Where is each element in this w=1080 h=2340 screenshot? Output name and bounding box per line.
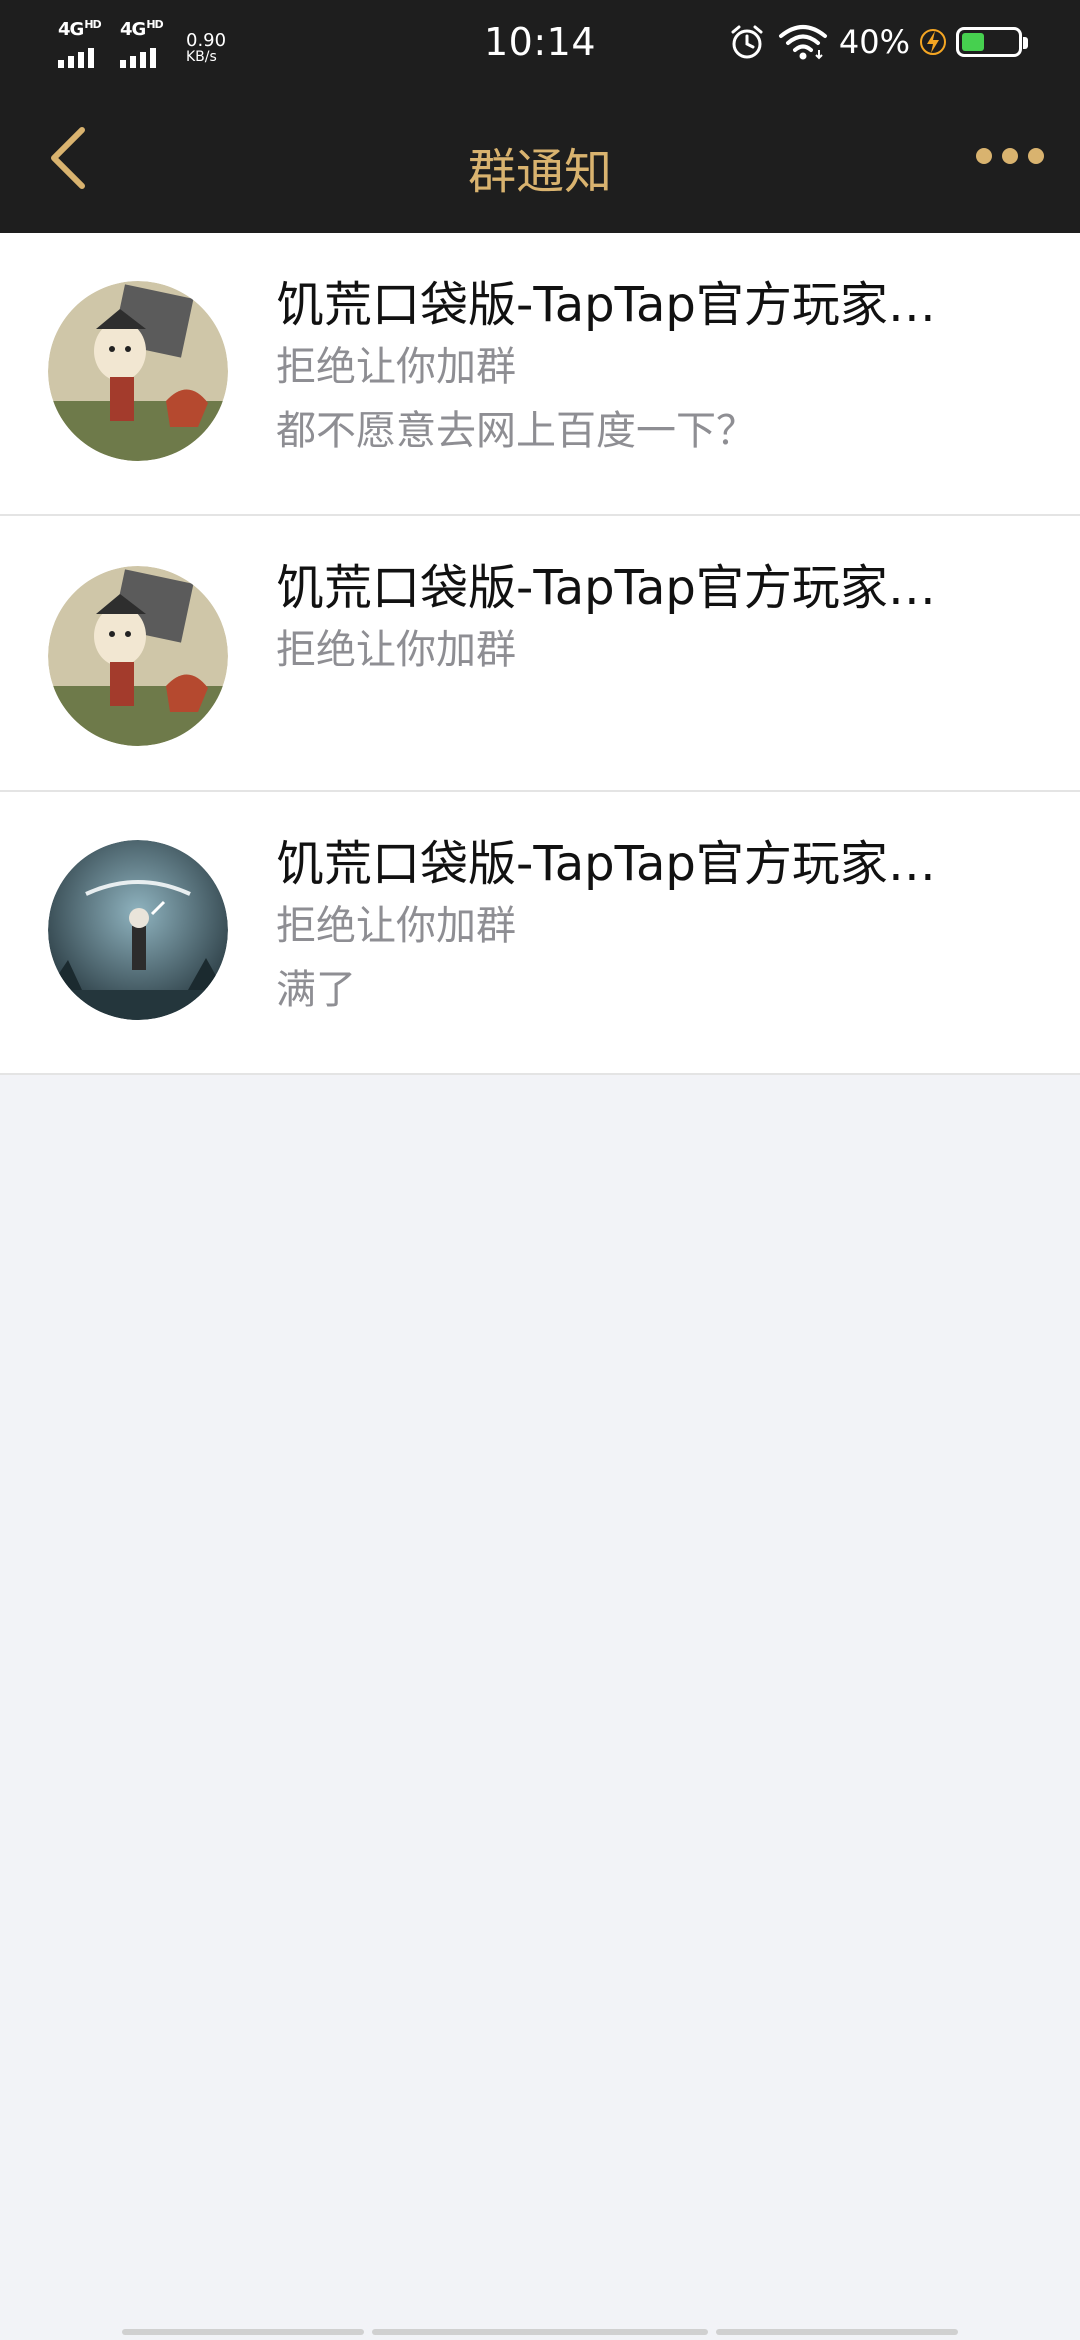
notification-reason: 都不愿意去网上百度一下？ bbox=[276, 408, 756, 454]
alarm-icon bbox=[731, 25, 763, 59]
bottom-system-bar bbox=[372, 2329, 708, 2335]
top-header: 4GHD 4GHD 0.90 KB/s 10:14 40% 群通知 bbox=[0, 0, 1080, 233]
status-bar: 4GHD 4GHD 0.90 KB/s 10:14 40% bbox=[0, 0, 1080, 88]
notification-text: 饥荒口袋版-TapTap官方玩家… 拒绝让你加群 都不愿意去网上百度一下？ bbox=[276, 275, 982, 463]
dont-starve-logo-avatar bbox=[48, 840, 228, 1020]
notification-status: 拒绝让你加群 bbox=[276, 627, 516, 673]
avatar bbox=[48, 840, 228, 1020]
battery-icon bbox=[956, 27, 1028, 57]
group-name: 饥荒口袋版-TapTap官方玩家… bbox=[276, 277, 936, 333]
notification-status: 拒绝让你加群 bbox=[276, 344, 516, 390]
charging-bolt-icon bbox=[920, 29, 946, 55]
avatar bbox=[48, 566, 228, 746]
group-name: 饥荒口袋版-TapTap官方玩家… bbox=[276, 560, 936, 616]
battery-fill bbox=[962, 33, 984, 51]
status-right: 40% bbox=[727, 22, 1028, 62]
list-item[interactable]: 饥荒口袋版-TapTap官方玩家… 拒绝让你加群 满了 bbox=[0, 792, 1080, 1075]
wilson-character-avatar bbox=[48, 281, 228, 461]
wilson-character-avatar bbox=[48, 566, 228, 746]
list-item[interactable]: 饥荒口袋版-TapTap官方玩家… 拒绝让你加群 bbox=[0, 516, 1080, 792]
navigation-bar: 群通知 bbox=[0, 88, 1080, 233]
avatar bbox=[48, 281, 228, 461]
more-dots-icon[interactable] bbox=[970, 136, 1050, 176]
group-name: 饥荒口袋版-TapTap官方玩家… bbox=[276, 836, 936, 892]
page-title: 群通知 bbox=[467, 144, 612, 200]
notification-status: 拒绝让你加群 bbox=[276, 903, 516, 949]
list-item[interactable]: 饥荒口袋版-TapTap官方玩家… 拒绝让你加群 都不愿意去网上百度一下？ bbox=[0, 233, 1080, 516]
bottom-system-bar bbox=[716, 2329, 958, 2335]
group-notification-list: 饥荒口袋版-TapTap官方玩家… 拒绝让你加群 都不愿意去网上百度一下？ 饥荒… bbox=[0, 233, 1080, 1075]
battery-percent: 40% bbox=[838, 23, 910, 61]
bottom-system-bar bbox=[122, 2329, 364, 2335]
notification-text: 饥荒口袋版-TapTap官方玩家… 拒绝让你加群 bbox=[276, 558, 982, 682]
notification-reason: 满了 bbox=[276, 967, 356, 1013]
wifi-icon bbox=[778, 25, 827, 60]
notification-text: 饥荒口袋版-TapTap官方玩家… 拒绝让你加群 满了 bbox=[276, 834, 982, 1022]
